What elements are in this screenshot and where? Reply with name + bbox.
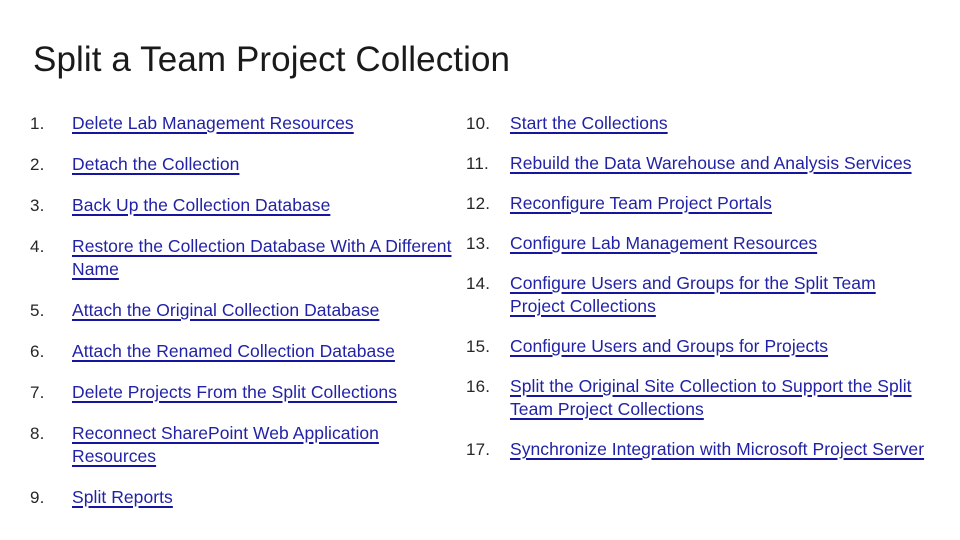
list-item: 15. Configure Users and Groups for Projec…	[466, 335, 926, 358]
list-item-number: 10.	[466, 114, 491, 133]
procedure-list-left-column: 1. Delete Lab Management Resources 2. Detac…	[30, 112, 460, 527]
list-item-link[interactable]: Reconfigure Team Project Portals	[510, 192, 926, 215]
list-item: 6. Attach the Renamed Collection Database	[30, 340, 460, 363]
list-item-link[interactable]: Synchronize Integration with Microsoft P…	[510, 438, 926, 461]
list-item-number: 15.	[466, 337, 491, 356]
list-item-number: 9.	[30, 488, 45, 507]
list-item: 7. Delete Projects From the Split Collect…	[30, 381, 460, 404]
list-item-link[interactable]: Start the Collections	[510, 112, 926, 135]
list-item-link[interactable]: Attach the Original Collection Database	[72, 299, 460, 322]
list-item-number: 16.	[466, 377, 491, 396]
list-item-number: 7.	[30, 383, 45, 402]
page-title: Split a Team Project Collection	[33, 40, 511, 80]
list-item-link[interactable]: Configure Users and Groups for the Split…	[510, 272, 926, 318]
list-item-number: 4.	[30, 237, 45, 256]
list-item-link[interactable]: Split the Original Site Collection to Su…	[510, 375, 926, 421]
list-item-number: 5.	[30, 301, 45, 320]
list-item-link[interactable]: Delete Projects From the Split Collectio…	[72, 381, 460, 404]
list-item-link-label: Start the Collections	[510, 113, 668, 133]
list-item-number: 8.	[30, 424, 45, 443]
list-item-link-label: Split the Original Site Collection to Su…	[510, 376, 912, 419]
list-item-link-label: Back Up the Collection Database	[72, 195, 331, 215]
list-item-link-label: Detach the Collection	[72, 154, 240, 174]
list-item: 3. Back Up the Collection Database	[30, 194, 460, 217]
list-item-number: 12.	[466, 194, 491, 213]
list-item-link-label: Configure Lab Management Resources	[510, 233, 818, 253]
list-item-link-label: Split Reports	[72, 487, 173, 507]
list-item-link[interactable]: Delete Lab Management Resources	[72, 112, 460, 135]
list-item-link[interactable]: Attach the Renamed Collection Database	[72, 340, 460, 363]
list-item-link-label: Synchronize Integration with Microsoft P…	[510, 439, 925, 459]
list-item: 8. Reconnect SharePoint Web Application R…	[30, 422, 460, 468]
list-item-link-label: Restore the Collection Database With A D…	[72, 236, 452, 279]
list-item-link-label: Reconnect SharePoint Web Application Res…	[72, 423, 379, 466]
list-item: 13. Configure Lab Management Resources	[466, 232, 926, 255]
list-item-link[interactable]: Rebuild the Data Warehouse and Analysis …	[510, 152, 926, 175]
list-item-link-label: Delete Lab Management Resources	[72, 113, 354, 133]
list-item-link-label: Reconfigure Team Project Portals	[510, 193, 772, 213]
list-item-link[interactable]: Configure Lab Management Resources	[510, 232, 926, 255]
list-item: 10. Start the Collections	[466, 112, 926, 135]
list-item: 9. Split Reports	[30, 486, 460, 509]
list-item: 12. Reconfigure Team Project Portals	[466, 192, 926, 215]
list-item-link[interactable]: Reconnect SharePoint Web Application Res…	[72, 422, 460, 468]
list-item-link-label: Attach the Original Collection Database	[72, 300, 380, 320]
list-item-number: 1.	[30, 114, 45, 133]
list-item: 4. Restore the Collection Database With A…	[30, 235, 460, 281]
list-item-link-label: Delete Projects From the Split Collectio…	[72, 382, 398, 402]
list-item-number: 13.	[466, 234, 491, 253]
list-item: 5. Attach the Original Collection Databas…	[30, 299, 460, 322]
list-item: 1. Delete Lab Management Resources	[30, 112, 460, 135]
list-item-link[interactable]: Detach the Collection	[72, 153, 460, 176]
list-item-link-label: Attach the Renamed Collection Database	[72, 341, 395, 361]
list-item-link-label: Configure Users and Groups for the Split…	[510, 273, 876, 316]
list-item: 17. Synchronize Integration with Microsof…	[466, 438, 926, 461]
list-item-number: 6.	[30, 342, 45, 361]
list-item: 2. Detach the Collection	[30, 153, 460, 176]
procedure-list-right-column: 10. Start the Collections 11. Rebuild the D…	[466, 112, 926, 478]
list-item: 16. Split the Original Site Collection to…	[466, 375, 926, 421]
list-item-link[interactable]: Configure Users and Groups for Projects	[510, 335, 926, 358]
list-item-link[interactable]: Back Up the Collection Database	[72, 194, 460, 217]
list-item-link[interactable]: Restore the Collection Database With A D…	[72, 235, 460, 281]
list-item: 11. Rebuild the Data Warehouse and Analys…	[466, 152, 926, 175]
list-item-number: 17.	[466, 440, 491, 459]
list-item-number: 14.	[466, 274, 491, 293]
list-item-number: 3.	[30, 196, 45, 215]
list-item-link-label: Configure Users and Groups for Projects	[510, 336, 829, 356]
list-item-number: 2.	[30, 155, 45, 174]
slide-canvas: Split a Team Project Collection 1. Delete…	[0, 0, 960, 540]
list-item-link-label: Rebuild the Data Warehouse and Analysis …	[510, 153, 912, 173]
list-item-link[interactable]: Split Reports	[72, 486, 460, 509]
list-item: 14. Configure Users and Groups for the Sp…	[466, 272, 926, 318]
list-item-number: 11.	[466, 154, 489, 173]
